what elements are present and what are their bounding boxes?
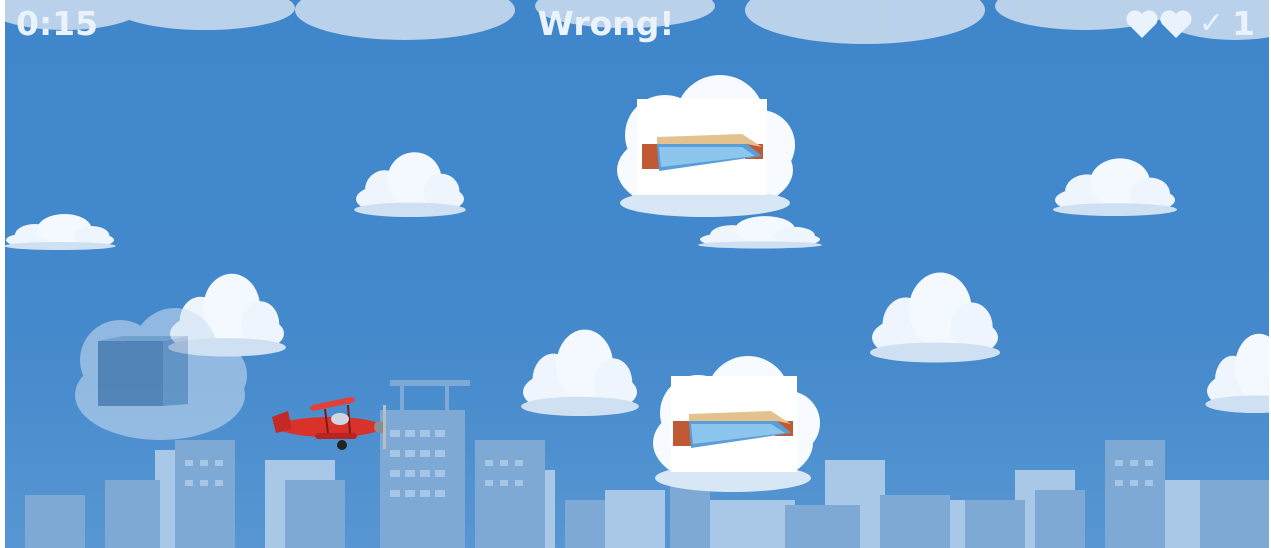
heart-icon	[1160, 10, 1192, 38]
game-stage: 0:15 Wrong! ✓ 1	[5, 0, 1269, 548]
score-count: 1	[1232, 4, 1255, 43]
background-cloud	[521, 329, 639, 416]
lives-and-score: ✓ 1	[1125, 2, 1255, 46]
answer-cloud-faded[interactable]	[65, 300, 255, 450]
swimming-pool-icon	[637, 99, 767, 195]
background-cloud	[354, 152, 466, 217]
heart-icon	[1126, 10, 1158, 38]
checkmark-icon: ✓	[1198, 6, 1225, 41]
swimming-pool-icon	[671, 376, 797, 472]
answer-cloud-bottom[interactable]	[643, 348, 823, 498]
background-cloud	[5, 214, 116, 250]
background-cloud	[1205, 333, 1269, 413]
building-block-icon	[98, 336, 188, 406]
answer-cloud-top[interactable]	[605, 75, 805, 225]
answer-status-text: Wrong!	[537, 4, 675, 43]
red-biplane-icon	[272, 396, 386, 450]
background-cloud	[869, 272, 1001, 363]
background-cloud	[1053, 158, 1177, 216]
